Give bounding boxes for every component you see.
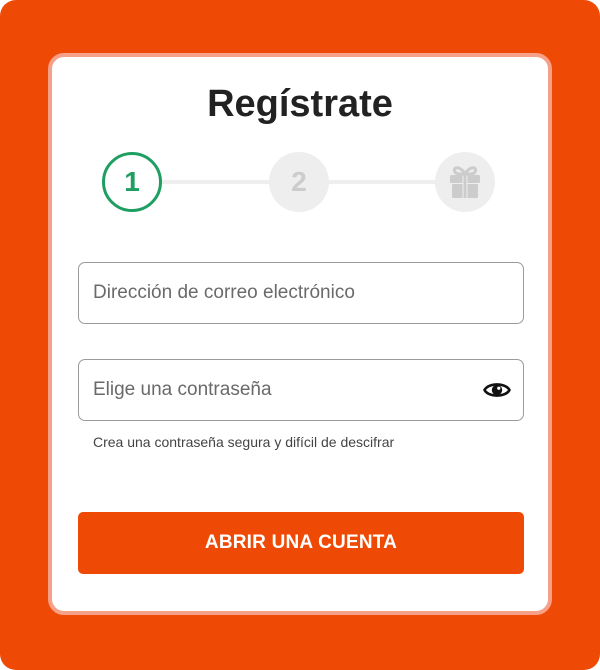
step-3-indicator	[435, 152, 495, 212]
email-input[interactable]	[93, 263, 473, 322]
stepper-connector	[162, 180, 270, 184]
stepper-connector	[328, 180, 436, 184]
signup-card: Regístrate 1 2 Dirección de correo elect…	[48, 53, 552, 615]
password-input[interactable]	[93, 360, 473, 419]
password-field[interactable]	[78, 359, 524, 421]
gift-icon	[450, 166, 480, 198]
open-account-button[interactable]: ABRIR UNA CUENTA	[78, 512, 524, 574]
step-1-indicator: 1	[102, 152, 162, 212]
page-background: Regístrate 1 2 Dirección de correo elect…	[0, 0, 600, 670]
email-field[interactable]	[78, 262, 524, 324]
eye-icon[interactable]	[483, 376, 511, 404]
step-1-label: 1	[124, 166, 140, 197]
step-2-label: 2	[291, 166, 307, 197]
password-hint: Crea una contraseña segura y difícil de …	[93, 434, 395, 450]
progress-stepper: 1 2	[102, 149, 502, 215]
page-title: Regístrate	[207, 83, 393, 125]
step-2-indicator: 2	[269, 152, 329, 212]
